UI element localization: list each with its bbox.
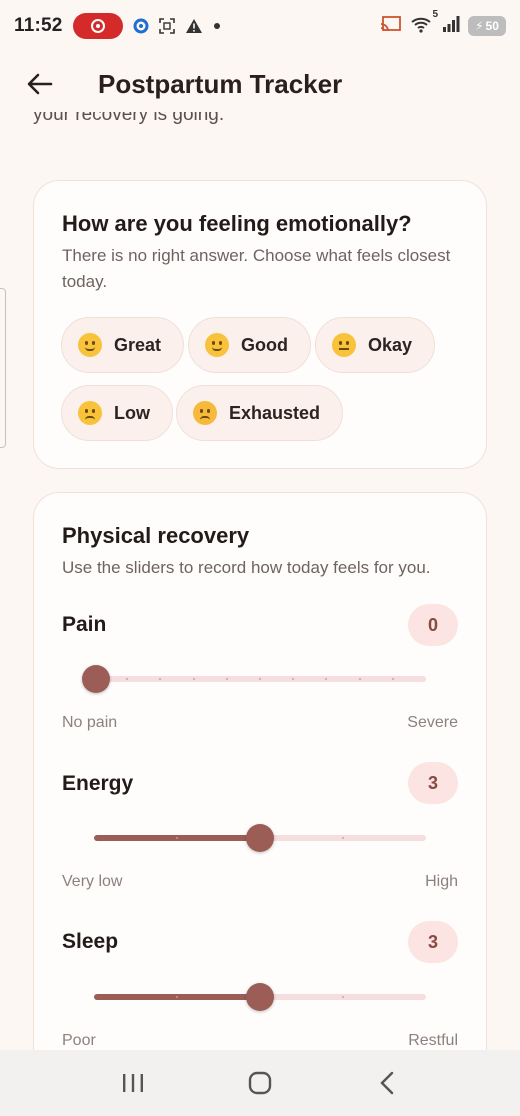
sync-icon (133, 18, 149, 34)
energy-slider[interactable] (94, 823, 426, 853)
chevron-left-icon (379, 1071, 393, 1095)
app-bar: Postpartum Tracker (0, 56, 520, 112)
system-nav-bar (0, 1050, 520, 1116)
scroll-content[interactable]: your recovery is going. How are you feel… (0, 112, 520, 1050)
grinning-face-icon (78, 333, 102, 357)
mood-chip-okay[interactable]: Okay (315, 317, 436, 373)
pain-min-label: No pain (62, 714, 118, 731)
slider-thumb[interactable] (246, 983, 274, 1011)
pain-max-label: Severe (407, 714, 458, 731)
pain-value-badge: 0 (408, 604, 458, 646)
emotion-card-subtitle: There is no right answer. Choose what fe… (62, 246, 451, 291)
pain-slider[interactable] (82, 664, 426, 694)
page-title: Postpartum Tracker (98, 68, 343, 99)
home-button[interactable] (235, 1063, 285, 1103)
slider-tick (225, 678, 228, 680)
mood-chip-label: Okay (368, 334, 413, 355)
battery-level: 50 (485, 19, 499, 33)
slider-tick (259, 678, 261, 680)
mood-chip-label: Low (114, 402, 150, 423)
battery-icon: ⚡ 50 (468, 16, 506, 36)
status-bar: 11:52 5 ⚡ 50 (0, 0, 520, 52)
slider-tick (342, 837, 344, 839)
back-button[interactable] (20, 64, 60, 104)
energy-label: Energy (62, 772, 134, 795)
wifi-generation: 5 (432, 8, 438, 20)
mood-chip-label: Great (114, 334, 162, 355)
status-time: 11:52 (14, 15, 63, 36)
sleep-max-label: Restful (408, 1032, 458, 1049)
mood-chip-label: Good (241, 334, 288, 355)
mood-chip-low[interactable]: Low (61, 385, 173, 441)
slightly-smiling-face-icon (205, 333, 229, 357)
neutral-face-icon (332, 333, 356, 357)
slider-tick (192, 678, 195, 680)
mood-chip-great[interactable]: Great (61, 317, 185, 373)
energy-min-label: Very low (62, 873, 123, 890)
cast-icon (380, 15, 402, 38)
screen-record-icon (72, 13, 123, 39)
home-icon (248, 1071, 272, 1095)
physical-card-subtitle: Use the sliders to record how today feel… (62, 558, 431, 577)
arrow-left-icon (27, 73, 53, 95)
dot-icon (213, 22, 221, 30)
slider-tick (391, 678, 394, 680)
slider-tick (342, 996, 344, 998)
tired-face-icon (193, 401, 217, 425)
mood-chip-label: Exhausted (229, 402, 321, 423)
slider-tick (176, 837, 178, 839)
mood-chip-exhausted[interactable]: Exhausted (176, 385, 344, 441)
sleep-label: Sleep (62, 930, 119, 953)
pensive-face-icon (78, 401, 102, 425)
slider-thumb[interactable] (82, 665, 110, 693)
physical-card-title: Physical recovery (62, 523, 250, 548)
back-nav-button[interactable] (362, 1063, 412, 1103)
signal-icon (442, 15, 460, 38)
warning-icon (185, 18, 203, 34)
sleep-slider[interactable] (94, 982, 426, 1012)
slider-thumb[interactable] (246, 824, 274, 852)
energy-max-label: High (425, 873, 458, 890)
sleep-value-badge: 3 (408, 921, 458, 963)
slider-tick (176, 996, 178, 998)
physical-recovery-card: Physical recovery Use the sliders to rec… (33, 492, 487, 1050)
sleep-min-label: Poor (62, 1032, 96, 1049)
wifi-icon: 5 (410, 9, 438, 38)
pain-label: Pain (62, 613, 107, 636)
emotion-card: How are you feeling emotionally? There i… (33, 180, 487, 469)
emotion-card-title: How are you feeling emotionally? (62, 211, 412, 236)
recent-apps-button[interactable] (108, 1063, 158, 1103)
energy-value-badge: 3 (408, 762, 458, 804)
mood-chip-good[interactable]: Good (188, 317, 311, 373)
recent-apps-icon (123, 1074, 144, 1092)
slider-tick (358, 678, 361, 680)
screenshot-icon (158, 18, 175, 34)
intro-text-partial: your recovery is going. (33, 112, 225, 125)
